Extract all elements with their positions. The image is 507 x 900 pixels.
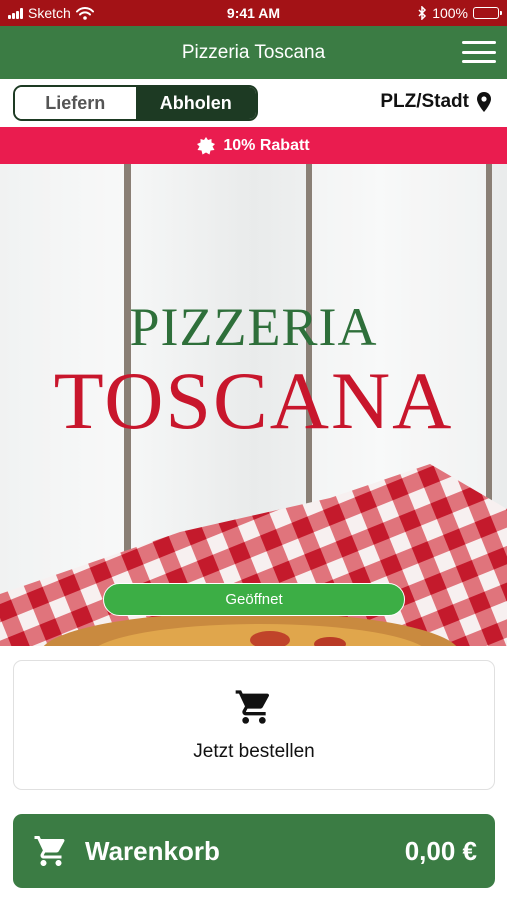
order-now-card[interactable]: Jetzt bestellen <box>13 660 495 790</box>
status-right: 100% <box>418 5 502 21</box>
cart-label: Warenkorb <box>85 835 220 866</box>
signal-icon <box>8 7 23 19</box>
order-mode-row: Liefern Abholen PLZ/Stadt <box>0 79 507 127</box>
hero-image: PIZZERIA TOSCANA Geöffnet <box>0 164 507 646</box>
status-left: Sketch <box>8 5 94 21</box>
location-button[interactable]: PLZ/Stadt <box>380 91 491 113</box>
order-now-label: Jetzt bestellen <box>193 741 315 762</box>
carrier-name: Sketch <box>28 5 71 21</box>
battery-percent: 100% <box>432 5 468 21</box>
bluetooth-icon <box>418 6 427 20</box>
map-pin-icon <box>477 92 491 112</box>
wifi-icon <box>75 6 94 20</box>
battery-icon <box>473 7 502 19</box>
cart-icon <box>34 836 65 866</box>
discount-label: 10% Rabatt <box>223 136 310 154</box>
nav-bar: Pizzeria Toscana <box>0 26 507 79</box>
tab-abholen[interactable]: Abholen <box>135 87 256 119</box>
tab-liefern[interactable]: Liefern <box>15 87 136 119</box>
delivery-mode-toggle: Liefern Abholen <box>13 85 258 121</box>
status-bar: Sketch 9:41 AM 100% <box>0 0 507 26</box>
brand-logo-line1: PIZZERIA <box>129 297 378 357</box>
brand-logo-line2: TOSCANA <box>53 355 454 446</box>
nav-title: Pizzeria Toscana <box>181 41 326 63</box>
discount-banner[interactable]: 10% Rabatt <box>0 127 507 164</box>
location-label: PLZ/Stadt <box>380 91 469 112</box>
cart-icon <box>235 690 270 724</box>
badge-icon <box>197 136 216 154</box>
cart-total: 0,00 € <box>404 835 477 866</box>
open-status-badge: Geöffnet <box>103 583 405 616</box>
hamburger-menu-icon[interactable] <box>461 38 497 66</box>
cart-button[interactable]: Warenkorb 0,00 € <box>13 814 495 888</box>
